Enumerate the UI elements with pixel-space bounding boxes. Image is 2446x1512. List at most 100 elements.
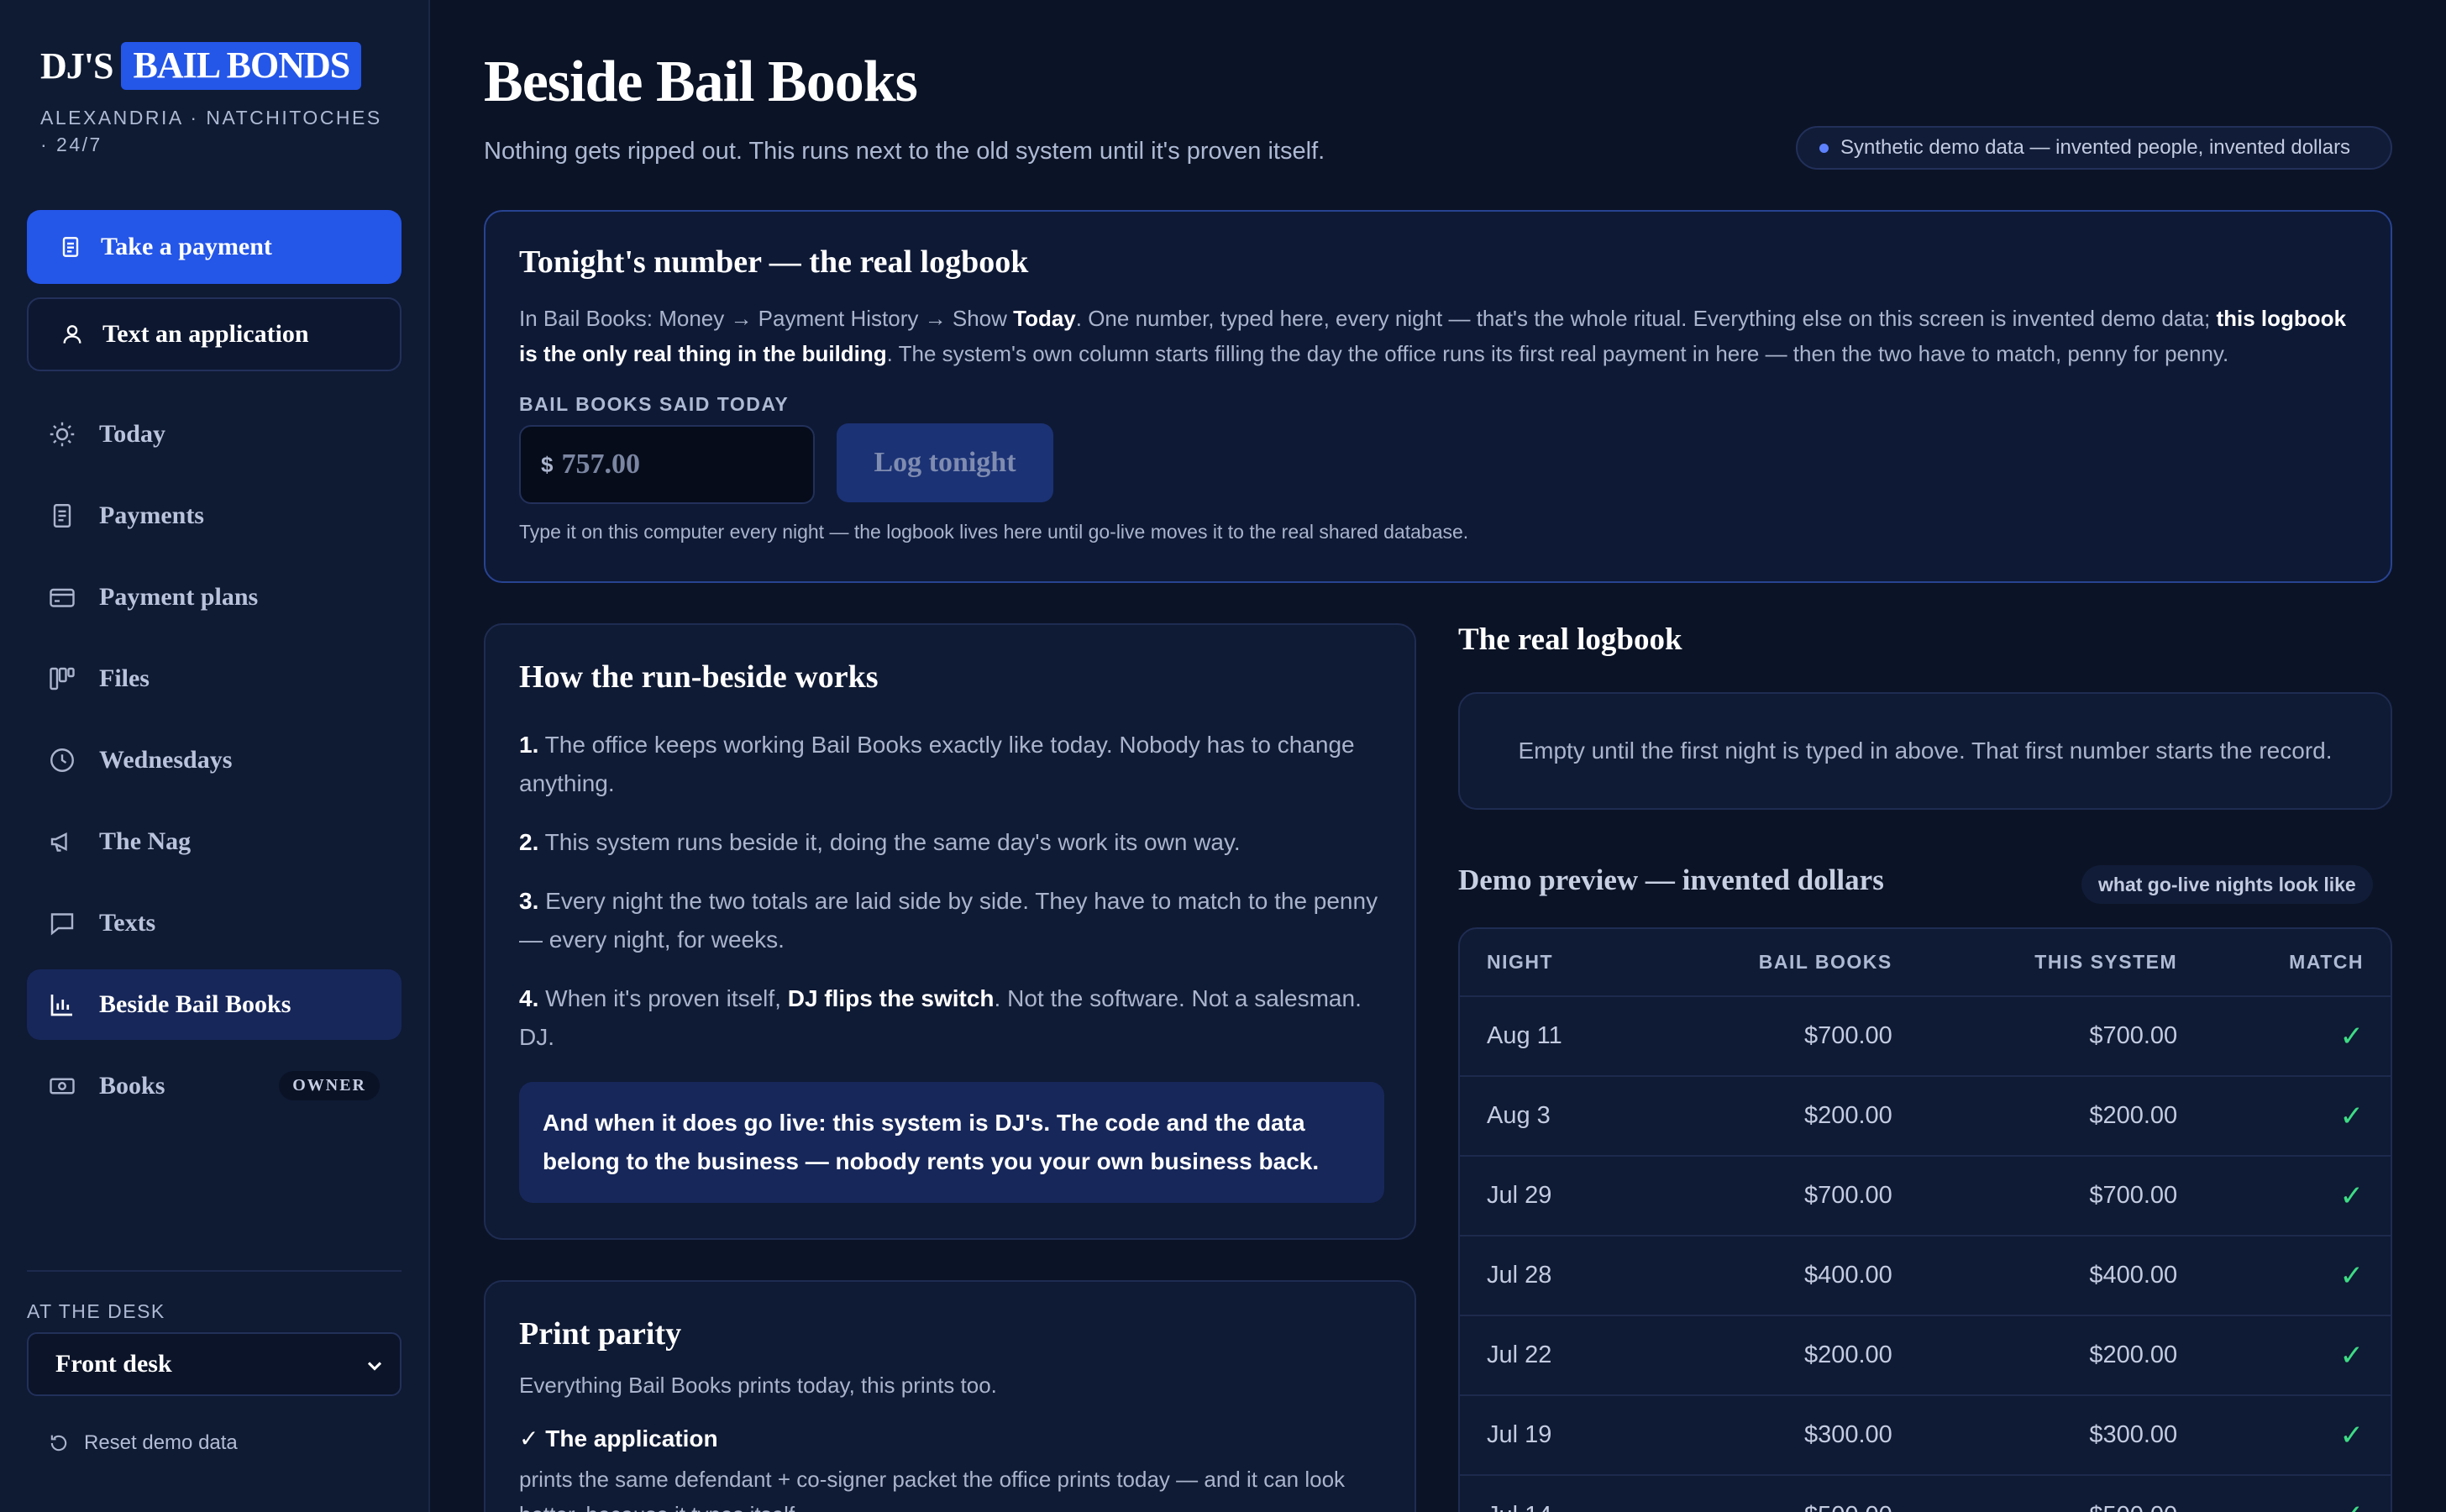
sidebar-item-payments[interactable]: Payments — [27, 480, 402, 551]
megaphone-icon — [47, 827, 77, 857]
clock-icon — [47, 745, 77, 775]
status-dot-icon — [1819, 143, 1829, 153]
tonight-description: In Bail Books: Money → Payment History →… — [519, 301, 2367, 371]
match-check-icon: ✓ — [2204, 995, 2391, 1076]
chat-icon — [47, 908, 77, 938]
column-header-this-system[interactable]: THIS SYSTEM — [1919, 929, 2204, 996]
bail-books-cell: $700.00 — [1647, 1155, 1919, 1236]
night-cell: Jul 28 — [1460, 1235, 1648, 1315]
step-bold: DJ flips the switch — [787, 985, 995, 1011]
take-payment-label: Take a payment — [101, 233, 272, 260]
tonight-title: Tonight's number — the real logbook — [519, 244, 1029, 280]
chevron-down-icon — [363, 1354, 386, 1378]
brand-subtitle: ALEXANDRIA · NATCHITOCHES · 24/7 — [40, 107, 382, 155]
match-check-icon: ✓ — [2204, 1315, 2391, 1395]
night-cell: Aug 11 — [1460, 995, 1648, 1076]
reset-demo-button[interactable]: Reset demo data — [47, 1431, 238, 1455]
print-parity-title: Print parity — [519, 1316, 682, 1352]
sidebar: DJ'S BAIL BONDS ALEXANDRIA · NATCHITOCHE… — [0, 0, 430, 1512]
table-row: Jul 29 $700.00 $700.00 ✓ — [1460, 1155, 2391, 1236]
go-live-pill: what go-live nights look like — [2081, 865, 2373, 904]
page-subtitle: Nothing gets ripped out. This runs next … — [484, 138, 1325, 165]
bail-books-cell: $200.00 — [1647, 1315, 1919, 1395]
receipt-icon — [57, 234, 84, 260]
kanban-icon — [47, 664, 77, 694]
sun-icon — [47, 419, 77, 449]
table-row: Jul 28 $400.00 $400.00 ✓ — [1460, 1235, 2391, 1315]
column-header-match[interactable]: MATCH — [2204, 929, 2391, 996]
go-live-callout: And when it does go live: this system is… — [519, 1082, 1384, 1203]
match-check-icon: ✓ — [2204, 1075, 2391, 1156]
sidebar-item-label: The Nag — [99, 827, 192, 855]
demo-preview-table: NIGHT BAIL BOOKS THIS SYSTEM MATCH Aug 1… — [1460, 929, 2391, 1512]
step-number: 4. — [519, 985, 539, 1011]
sidebar-item-files[interactable]: Files — [27, 643, 402, 714]
sidebar-item-payment-plans[interactable]: Payment plans — [27, 562, 402, 633]
sidebar-item-label: Payment plans — [99, 583, 259, 611]
text-application-label: Text an application — [102, 320, 309, 348]
user-icon — [59, 321, 86, 348]
cash-icon — [47, 1071, 77, 1101]
sidebar-item-texts[interactable]: Texts — [27, 888, 402, 958]
sidebar-item-beside-bail-books[interactable]: Beside Bail Books — [27, 969, 402, 1040]
currency-symbol: $ — [541, 451, 554, 477]
log-tonight-button[interactable]: Log tonight — [837, 423, 1053, 502]
step-item: 4. When it's proven itself, DJ flips the… — [519, 979, 1384, 1057]
step-text: This system runs beside it, doing the sa… — [544, 829, 1241, 855]
step-text: Every night the two totals are laid side… — [519, 888, 1378, 953]
sidebar-item-label: Today — [99, 420, 165, 448]
this-system-cell: $200.00 — [1918, 1075, 2205, 1156]
desk-select[interactable]: Front desk — [27, 1332, 402, 1396]
step-number: 3. — [519, 888, 539, 914]
amount-placeholder: 757.00 — [561, 449, 640, 480]
match-check-icon: ✓ — [2204, 1474, 2391, 1512]
desk-label: AT THE DESK — [27, 1300, 165, 1322]
night-cell: Jul 14 — [1460, 1474, 1648, 1512]
sidebar-item-label: Payments — [99, 501, 204, 529]
brand-logo[interactable]: DJ'S BAIL BONDS — [40, 42, 362, 90]
amount-field-label: BAIL BOOKS SAID TODAY — [519, 393, 790, 415]
print-parity-card: Print parity Everything Bail Books print… — [484, 1280, 1416, 1512]
night-cell: Jul 29 — [1460, 1155, 1648, 1236]
desk-select-value: Front desk — [55, 1350, 172, 1378]
run-beside-title: How the run-beside works — [519, 659, 879, 695]
receipt-icon — [47, 501, 77, 531]
this-system-cell: $300.00 — [1918, 1394, 2205, 1475]
sidebar-item-label: Texts — [99, 909, 156, 937]
bar-chart-icon — [47, 990, 77, 1020]
step-item: 3. Every night the two totals are laid s… — [519, 882, 1384, 959]
this-system-cell: $700.00 — [1918, 1155, 2205, 1236]
take-payment-button[interactable]: Take a payment — [27, 210, 402, 284]
sidebar-item-label: Books — [99, 1072, 165, 1100]
step-number: 1. — [519, 732, 539, 758]
demo-data-badge: Synthetic demo data — invented people, i… — [1796, 126, 2392, 170]
table-row: Jul 19 $300.00 $300.00 ✓ — [1460, 1394, 2391, 1475]
sidebar-item-wednesdays[interactable]: Wednesdays — [27, 725, 402, 795]
page-title: Beside Bail Books — [484, 50, 918, 114]
night-cell: Jul 22 — [1460, 1315, 1648, 1395]
tonight-body-text: . One number, typed here, every night — … — [1075, 306, 2217, 331]
print-parity-subtitle: Everything Bail Books prints today, this… — [519, 1373, 997, 1398]
bail-books-cell: $500.00 — [1647, 1474, 1919, 1512]
tonight-body-text: In Bail Books: Money → Payment History →… — [519, 306, 1014, 331]
this-system-cell: $400.00 — [1918, 1235, 2205, 1315]
step-item: 1. The office keeps working Bail Books e… — [519, 726, 1384, 803]
demo-preview-title: Demo preview — invented dollars — [1458, 864, 1884, 896]
sidebar-item-the-nag[interactable]: The Nag — [27, 806, 402, 877]
bail-books-cell: $700.00 — [1647, 995, 1919, 1076]
text-application-button[interactable]: Text an application — [27, 297, 402, 371]
sidebar-item-today[interactable]: Today — [27, 399, 402, 470]
sidebar-divider — [27, 1270, 402, 1272]
this-system-cell: $200.00 — [1918, 1315, 2205, 1395]
column-header-night[interactable]: NIGHT — [1460, 929, 1647, 996]
sidebar-item-books[interactable]: Books OWNER — [27, 1051, 402, 1121]
amount-input[interactable]: $ 757.00 — [519, 425, 815, 504]
logbook-empty-message: Empty until the first night is typed in … — [1518, 738, 2333, 764]
logbook-hint: Type it on this computer every night — t… — [519, 521, 1469, 543]
table-row: Jul 14 $500.00 $500.00 ✓ — [1460, 1474, 2391, 1512]
column-header-bail-books[interactable]: BAIL BOOKS — [1647, 929, 1919, 996]
table-row: Aug 11 $700.00 $700.00 ✓ — [1460, 995, 2391, 1076]
reset-demo-label: Reset demo data — [84, 1431, 238, 1454]
brand-name-b: BAIL BONDS — [121, 42, 362, 90]
brand-name-a: DJ'S — [40, 45, 113, 87]
